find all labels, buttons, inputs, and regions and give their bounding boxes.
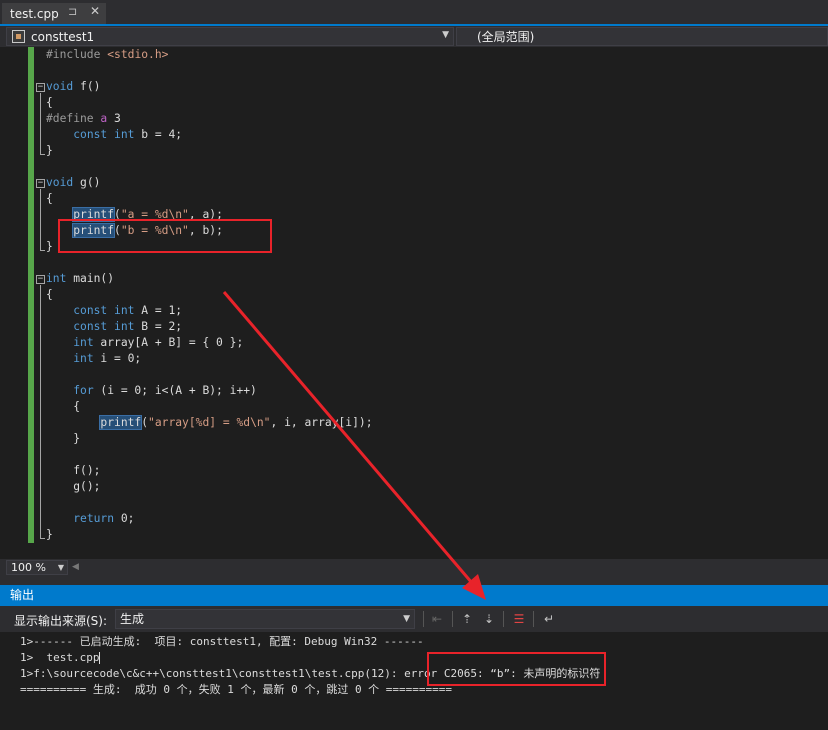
scroll-left-icon[interactable]: ◀ bbox=[72, 562, 79, 572]
code-line: const int B = 2; bbox=[73, 320, 183, 333]
output-line: 1> test.cpp bbox=[20, 651, 101, 664]
output-toolbar: 显示输出来源(S): 生成 ▼ ⇤ ⇡ ⇣ ☰ ↵ bbox=[0, 606, 828, 632]
code-line: } bbox=[46, 144, 53, 157]
next-message-icon[interactable]: ⇣ bbox=[480, 610, 498, 628]
code-line: const int b = 4; bbox=[73, 128, 183, 141]
output-source-dropdown[interactable]: 生成 ▼ bbox=[115, 609, 415, 629]
code-line: #include <stdio.h> bbox=[46, 48, 169, 61]
collapse-icon[interactable]: − bbox=[36, 275, 45, 284]
panel-splitter[interactable] bbox=[0, 576, 828, 585]
pin-icon[interactable]: ⊐ bbox=[68, 5, 77, 18]
code-line: g(); bbox=[73, 480, 101, 493]
zoom-dropdown[interactable]: 100 % ▼ bbox=[6, 560, 68, 575]
code-editor[interactable]: #include <stdio.h> − void f() { #define … bbox=[0, 47, 828, 559]
code-line: } bbox=[46, 528, 53, 541]
collapse-icon[interactable]: − bbox=[36, 179, 45, 188]
annotation-box-code bbox=[58, 219, 272, 253]
previous-message-icon[interactable]: ⇡ bbox=[458, 610, 476, 628]
chevron-down-icon: ▼ bbox=[442, 30, 449, 40]
project-scope-dropdown[interactable]: consttest1 ▼ bbox=[6, 27, 454, 46]
code-line: { bbox=[46, 288, 53, 301]
code-line: } bbox=[46, 240, 53, 253]
code-line: int main() bbox=[46, 272, 115, 285]
code-line: void f() bbox=[46, 80, 101, 93]
code-line: printf("array[%d] = %d\n", i, array[i]); bbox=[99, 415, 373, 430]
change-tracking-bar bbox=[28, 47, 34, 543]
code-line: #define a 3 bbox=[46, 112, 121, 125]
output-source-value: 生成 bbox=[120, 612, 145, 626]
indicator-margin bbox=[0, 47, 26, 559]
text-caret bbox=[99, 652, 101, 664]
document-tab-bar: test.cpp ⊐ ✕ bbox=[0, 0, 828, 26]
output-line: ========== 生成: 成功 0 个，失败 1 个，最新 0 个，跳过 0… bbox=[20, 683, 453, 696]
tab-test-cpp[interactable]: test.cpp ⊐ ✕ bbox=[2, 3, 106, 24]
code-line: return 0; bbox=[73, 512, 135, 525]
output-text[interactable]: 1>------ 已启动生成: 项目: consttest1, 配置: Debu… bbox=[0, 632, 828, 730]
code-line: void g() bbox=[46, 176, 101, 189]
code-line: { bbox=[46, 96, 53, 109]
find-message-icon[interactable]: ⇤ bbox=[428, 610, 446, 628]
code-line: for (i = 0; i<(A + B); i++) bbox=[73, 384, 257, 397]
chevron-down-icon: ▼ bbox=[57, 563, 64, 572]
output-source-label: 显示输出来源(S): bbox=[14, 614, 108, 628]
code-line: int i = 0; bbox=[73, 352, 142, 365]
code-line: { bbox=[73, 400, 81, 413]
global-scope-dropdown[interactable]: (全局范围) bbox=[456, 27, 828, 46]
word-wrap-icon[interactable]: ↵ bbox=[540, 610, 558, 628]
collapse-icon[interactable]: − bbox=[36, 83, 45, 92]
output-line: 1>------ 已启动生成: 项目: consttest1, 配置: Debu… bbox=[20, 635, 424, 648]
editor-status-bar: 100 % ▼ ◀ bbox=[0, 559, 828, 576]
code-line: const int A = 1; bbox=[73, 304, 183, 317]
clear-all-icon[interactable]: ☰ bbox=[510, 610, 528, 628]
navigation-bar: consttest1 ▼ (全局范围) bbox=[0, 26, 828, 47]
global-scope-label: (全局范围) bbox=[477, 30, 535, 44]
code-line: } bbox=[73, 432, 81, 445]
code-line: int array[A + B] = { 0 }; bbox=[73, 336, 244, 349]
tab-title: test.cpp bbox=[10, 6, 59, 21]
code-line: f(); bbox=[73, 464, 101, 477]
annotation-box-error bbox=[427, 652, 606, 686]
zoom-value: 100 % bbox=[11, 561, 46, 574]
project-scope-label: consttest1 bbox=[31, 29, 95, 44]
close-icon[interactable]: ✕ bbox=[90, 4, 100, 18]
chevron-down-icon: ▼ bbox=[403, 614, 410, 624]
project-icon bbox=[12, 30, 25, 43]
code-line: { bbox=[46, 192, 53, 205]
output-panel-title: 输出 bbox=[0, 585, 828, 606]
